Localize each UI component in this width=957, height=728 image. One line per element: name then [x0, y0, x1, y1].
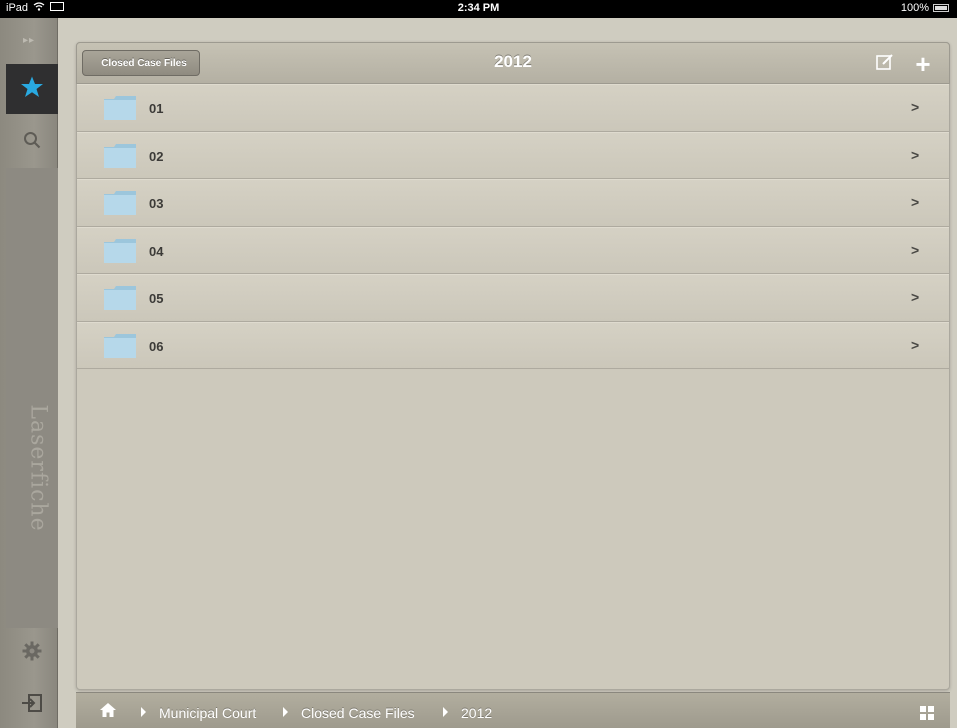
folder-icon	[103, 333, 137, 359]
sidebar-item-favorites[interactable]	[6, 64, 65, 114]
folder-name: 06	[149, 338, 164, 354]
folder-name: 02	[149, 148, 164, 164]
home-button[interactable]	[98, 702, 118, 723]
brand-logo-text: Laserfiche	[25, 404, 51, 532]
edit-icon	[876, 53, 894, 76]
breadcrumb-separator-icon	[443, 707, 448, 717]
list-item[interactable]: 06 >	[77, 321, 949, 369]
breadcrumb-separator-icon	[141, 707, 146, 717]
star-icon	[20, 75, 44, 104]
home-icon	[99, 702, 117, 723]
chevron-right-icon: >	[911, 99, 920, 115]
breadcrumb-separator-icon	[283, 707, 288, 717]
folder-icon	[103, 238, 137, 264]
folder-icon	[103, 190, 137, 216]
list-item[interactable]: 04 >	[77, 226, 949, 274]
folder-icon	[103, 285, 137, 311]
add-button[interactable]: +	[911, 49, 935, 79]
sidebar-item-search[interactable]	[6, 118, 58, 166]
folder-name: 04	[149, 243, 164, 259]
sidebar-item-logout[interactable]	[6, 682, 58, 728]
status-right: 100%	[901, 2, 949, 14]
chevron-right-icon: >	[911, 241, 920, 258]
folder-list: 01 > 02 > 03 > 04 > 05 > 06 >	[77, 84, 949, 369]
grid-cell	[920, 706, 926, 712]
breadcrumb-item[interactable]: Municipal Court	[159, 705, 256, 721]
battery-icon	[933, 4, 949, 12]
plus-icon: +	[915, 49, 931, 79]
double-chevron-right-icon[interactable]: ▸▸	[0, 22, 58, 62]
battery-percent: 100%	[900, 2, 929, 14]
page-title: 2012	[494, 52, 532, 71]
gear-icon	[22, 641, 42, 666]
list-item[interactable]: 03 >	[77, 179, 949, 227]
chevron-right-icon: >	[911, 146, 920, 163]
folder-icon	[103, 95, 137, 121]
grid-cell	[928, 706, 934, 712]
breadcrumb-item[interactable]: Closed Case Files	[301, 705, 415, 721]
folder-icon	[103, 143, 137, 169]
sidebar-brand-area: Laserfiche	[6, 168, 58, 628]
chevron-right-icon: >	[911, 336, 920, 353]
grid-cell	[928, 714, 934, 720]
list-item[interactable]: 02 >	[77, 131, 949, 179]
chevron-right-icon: >	[911, 194, 920, 210]
grid-cell	[920, 714, 926, 720]
search-icon	[23, 131, 41, 154]
logout-icon	[21, 693, 43, 718]
grid-view-icon[interactable]	[920, 706, 934, 720]
status-time: 2:34 PM	[457, 2, 500, 14]
edit-button[interactable]	[874, 53, 896, 76]
folder-name: 03	[149, 196, 164, 211]
chevron-right-icon: >	[911, 289, 920, 305]
folder-name: 05	[149, 291, 164, 306]
list-item[interactable]: 05 >	[77, 274, 949, 322]
breadcrumb-item[interactable]: 2012	[461, 705, 492, 721]
sidebar: ▸▸ Laserfiche	[0, 18, 65, 728]
status-bar: iPad 2:34 PM 100%	[0, 0, 957, 18]
sidebar-item-settings[interactable]	[6, 630, 58, 676]
list-item[interactable]: 01 >	[77, 84, 949, 132]
folder-name: 01	[149, 101, 164, 116]
